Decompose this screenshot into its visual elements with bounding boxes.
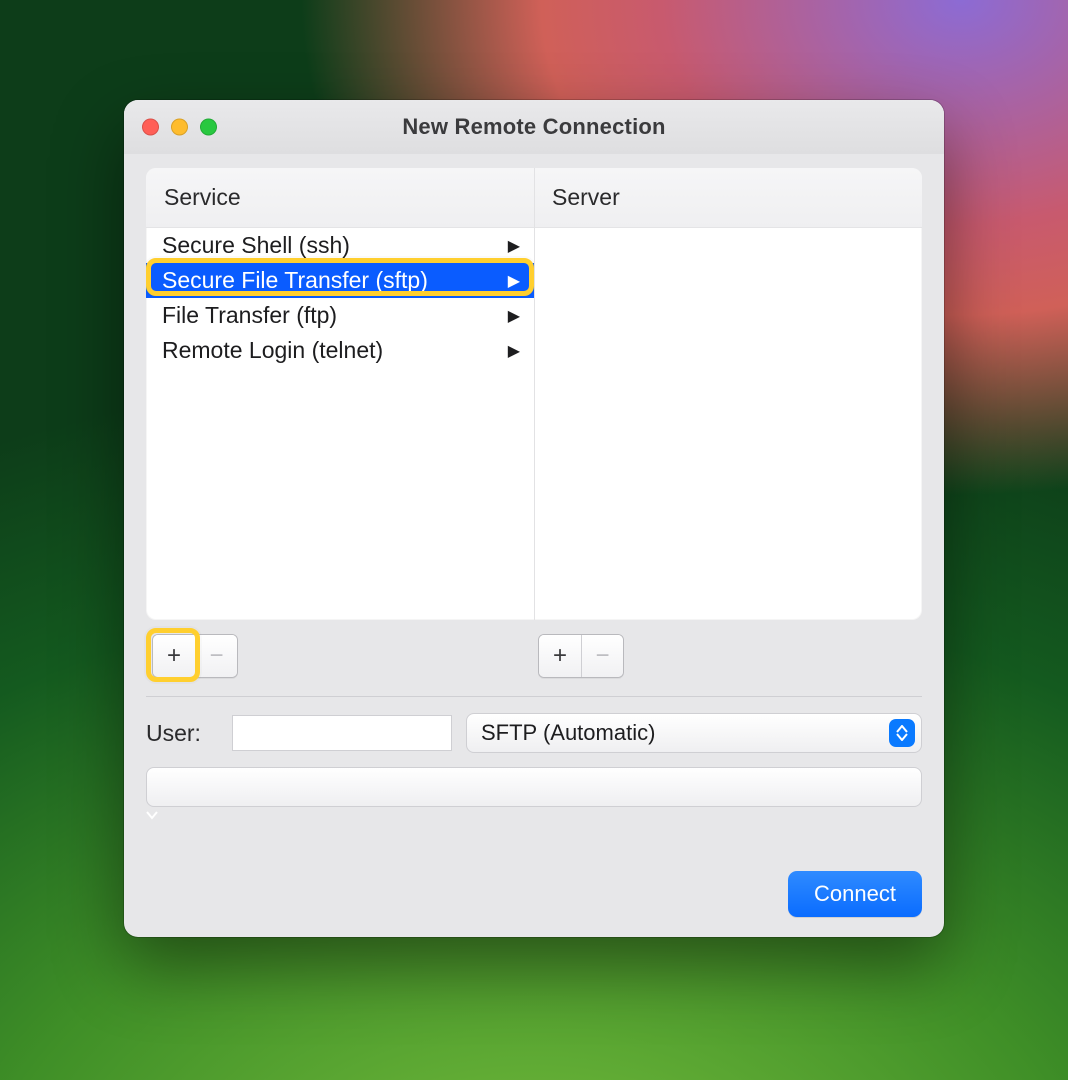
server-add-remove: + − [538, 634, 624, 678]
traffic-lights [142, 119, 217, 136]
add-remove-row: + − + − [146, 634, 922, 678]
chevron-right-icon: ▶ [508, 341, 520, 361]
user-field[interactable] [232, 715, 452, 751]
remove-server-button[interactable]: − [581, 635, 623, 677]
service-item-label: File Transfer (ftp) [162, 302, 337, 329]
new-remote-connection-window: New Remote Connection Service Secure She… [124, 100, 944, 937]
service-item-sftp[interactable]: Secure File Transfer (sftp) ▶ [146, 263, 534, 298]
chevron-right-icon: ▶ [508, 306, 520, 326]
add-service-button[interactable]: + [153, 635, 195, 677]
remove-service-button[interactable]: − [195, 635, 237, 677]
minus-icon: − [595, 642, 609, 670]
footer: Connect [146, 871, 922, 917]
zoom-window-button[interactable] [200, 119, 217, 136]
lists-panel: Service Secure Shell (ssh) ▶ Secure File… [146, 168, 922, 620]
window-title: New Remote Connection [402, 114, 665, 140]
service-item-telnet[interactable]: Remote Login (telnet) ▶ [146, 333, 534, 368]
service-item-label: Secure Shell (ssh) [162, 232, 350, 259]
minus-icon: − [209, 642, 223, 670]
user-label: User: [146, 720, 218, 747]
service-item-label: Secure File Transfer (sftp) [162, 267, 428, 294]
plus-icon: + [167, 642, 181, 670]
server-list[interactable] [534, 228, 922, 620]
titlebar: New Remote Connection [124, 100, 944, 154]
service-item-ftp[interactable]: File Transfer (ftp) ▶ [146, 298, 534, 333]
divider [146, 696, 922, 697]
command-combobox[interactable] [146, 767, 922, 807]
server-column-header: Server [534, 168, 922, 228]
add-server-button[interactable]: + [539, 635, 581, 677]
updown-stepper-icon [889, 719, 915, 747]
chevron-down-icon[interactable] [146, 807, 158, 824]
protocol-select[interactable]: SFTP (Automatic) [466, 713, 922, 753]
protocol-selected-label: SFTP (Automatic) [481, 720, 655, 746]
window-content: Service Secure Shell (ssh) ▶ Secure File… [124, 168, 944, 917]
plus-icon: + [553, 642, 567, 670]
chevron-right-icon: ▶ [508, 236, 520, 256]
column-divider [534, 168, 535, 620]
minimize-window-button[interactable] [171, 119, 188, 136]
connect-button[interactable]: Connect [788, 871, 922, 917]
server-column: Server [534, 168, 922, 620]
service-column: Service Secure Shell (ssh) ▶ Secure File… [146, 168, 534, 620]
service-item-ssh[interactable]: Secure Shell (ssh) ▶ [146, 228, 534, 263]
user-row: User: SFTP (Automatic) [146, 713, 922, 753]
chevron-right-icon: ▶ [508, 271, 520, 291]
command-row [146, 767, 922, 825]
service-add-remove: + − [152, 634, 238, 678]
service-item-label: Remote Login (telnet) [162, 337, 383, 364]
service-column-header: Service [146, 168, 534, 228]
desktop-wallpaper: New Remote Connection Service Secure She… [0, 0, 1068, 1080]
service-list[interactable]: Secure Shell (ssh) ▶ Secure File Transfe… [146, 228, 534, 620]
close-window-button[interactable] [142, 119, 159, 136]
